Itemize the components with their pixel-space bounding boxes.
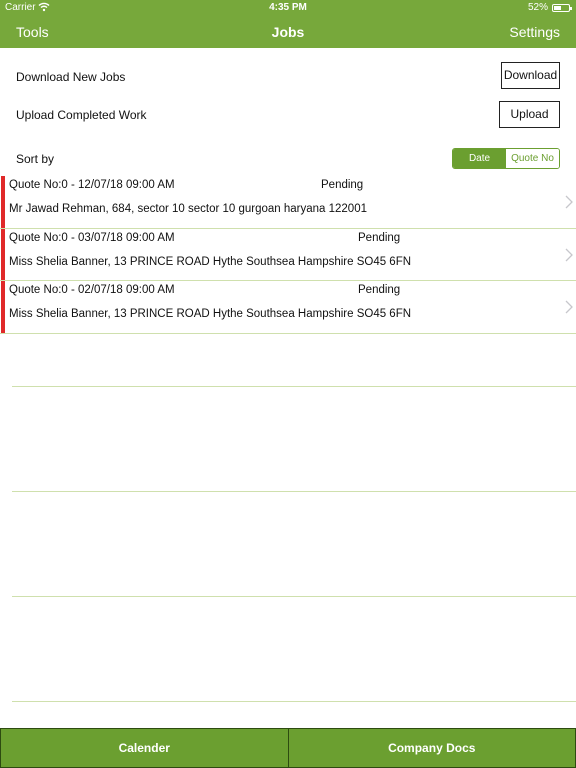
navigation-bar: Tools Jobs Settings (0, 16, 576, 48)
job-status: Pending (321, 179, 364, 191)
empty-row-divider (12, 701, 576, 702)
job-row[interactable]: Quote No:0 - 02/07/18 09:00 AM Pending M… (0, 281, 576, 334)
job-quote: Quote No:0 - 03/07/18 09:00 AM (9, 231, 175, 244)
job-status: Pending (358, 284, 401, 296)
bottom-tab-bar: Calender Company Docs (0, 728, 576, 768)
empty-row-divider (12, 596, 576, 597)
job-address: Miss Shelia Banner, 13 PRINCE ROAD Hythe… (9, 255, 412, 268)
pending-marker (1, 228, 5, 280)
chevron-right-icon (565, 300, 573, 314)
battery-icon (552, 4, 572, 12)
chevron-right-icon (565, 248, 573, 261)
sort-by-label: Sort by (16, 152, 55, 166)
empty-row-divider (12, 386, 576, 387)
pending-marker (1, 176, 5, 228)
job-row[interactable]: Quote No:0 - 03/07/18 09:00 AM Pending M… (0, 228, 576, 281)
battery-percentage: 52% (527, 2, 548, 13)
job-quote: Quote No:0 - 12/07/18 09:00 AM (9, 179, 175, 191)
status-bar: Carrier 4:35 PM 52% (0, 0, 576, 16)
job-row[interactable]: Quote No:0 - 12/07/18 09:00 AM Pending M… (0, 176, 576, 229)
empty-row-divider (12, 491, 576, 492)
chevron-right-icon (565, 195, 573, 209)
job-status: Pending (358, 231, 401, 244)
page-title: Jobs (271, 24, 305, 40)
download-button[interactable]: Download (501, 62, 560, 89)
upload-button[interactable]: Upload (499, 101, 560, 128)
tab-calender[interactable]: Calender (1, 729, 288, 767)
settings-button[interactable]: Settings (509, 24, 560, 40)
clock: 4:35 PM (269, 2, 307, 13)
job-address: Miss Shelia Banner, 13 PRINCE ROAD Hythe… (9, 308, 412, 320)
sort-option-quote-no[interactable]: Quote No (506, 149, 559, 168)
sort-option-date[interactable]: Date (453, 149, 506, 168)
job-address: Mr Jawad Rehman, 684, sector 10 sector 1… (9, 203, 367, 215)
pending-marker (1, 281, 5, 333)
tab-company-docs[interactable]: Company Docs (287, 729, 576, 767)
job-quote: Quote No:0 - 02/07/18 09:00 AM (9, 284, 175, 296)
jobs-list: Quote No:0 - 12/07/18 09:00 AM Pending M… (0, 176, 576, 334)
sort-segmented-control: Date Quote No (452, 148, 560, 169)
download-new-jobs-label: Download New Jobs (16, 70, 126, 84)
upload-completed-work-label: Upload Completed Work (16, 108, 147, 122)
